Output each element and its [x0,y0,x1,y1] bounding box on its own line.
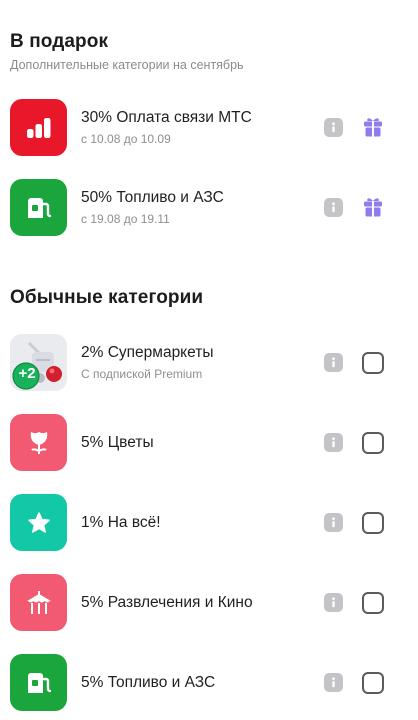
category-checkbox[interactable] [362,512,384,534]
info-icon[interactable] [324,198,343,217]
info-icon[interactable] [324,118,343,137]
info-icon[interactable] [324,593,343,612]
gift-icon[interactable] [362,116,384,138]
supermarket-premium-icon: +2 [10,334,67,391]
fuel-pump-icon [10,179,67,236]
category-row-flowers[interactable]: 5% Цветы [0,414,418,478]
category-subscription-note: С подпиской Premium [81,367,203,381]
category-label: 5% Топливо и АЗС [81,674,216,691]
plus-two-badge: +2 [18,365,36,382]
category-label: 5% Развлечения и Кино [81,594,253,611]
fuel-pump-icon [10,654,67,711]
category-checkbox[interactable] [362,352,384,374]
gift-category-row-fuel[interactable]: 50% Топливо и АЗС с 19.08 до 19.11 [0,179,418,243]
category-label: 30% Оплата связи МТС [81,109,252,126]
category-dates: с 10.08 до 10.09 [81,132,171,146]
mts-bars-icon [10,99,67,156]
regular-section-title: Обычные категории [10,287,204,308]
category-checkbox[interactable] [362,592,384,614]
carousel-icon [10,574,67,631]
category-row-fuel[interactable]: 5% Топливо и АЗС [0,654,418,718]
star-icon [10,494,67,551]
category-label: 1% На всё! [81,514,161,531]
category-row-everything[interactable]: 1% На всё! [0,494,418,558]
category-checkbox[interactable] [362,432,384,454]
category-label: 5% Цветы [81,434,154,451]
category-label: 50% Топливо и АЗС [81,189,224,206]
category-checkbox[interactable] [362,672,384,694]
info-icon[interactable] [324,353,343,372]
category-dates: с 19.08 до 19.11 [81,212,170,226]
info-icon[interactable] [324,673,343,692]
gift-icon[interactable] [362,196,384,218]
flower-icon [10,414,67,471]
info-icon[interactable] [324,513,343,532]
gift-category-row-mts[interactable]: 30% Оплата связи МТС с 10.08 до 10.09 [0,99,418,163]
category-row-entertainment[interactable]: 5% Развлечения и Кино [0,574,418,638]
category-label: 2% Супермаркеты [81,344,214,361]
gift-section-title: В подарок [10,31,109,52]
gift-section-subtitle: Дополнительные категории на сентябрь [10,58,244,72]
info-icon[interactable] [324,433,343,452]
category-row-supermarkets[interactable]: +2 2% Супермаркеты С подпиской Premium [0,334,418,398]
